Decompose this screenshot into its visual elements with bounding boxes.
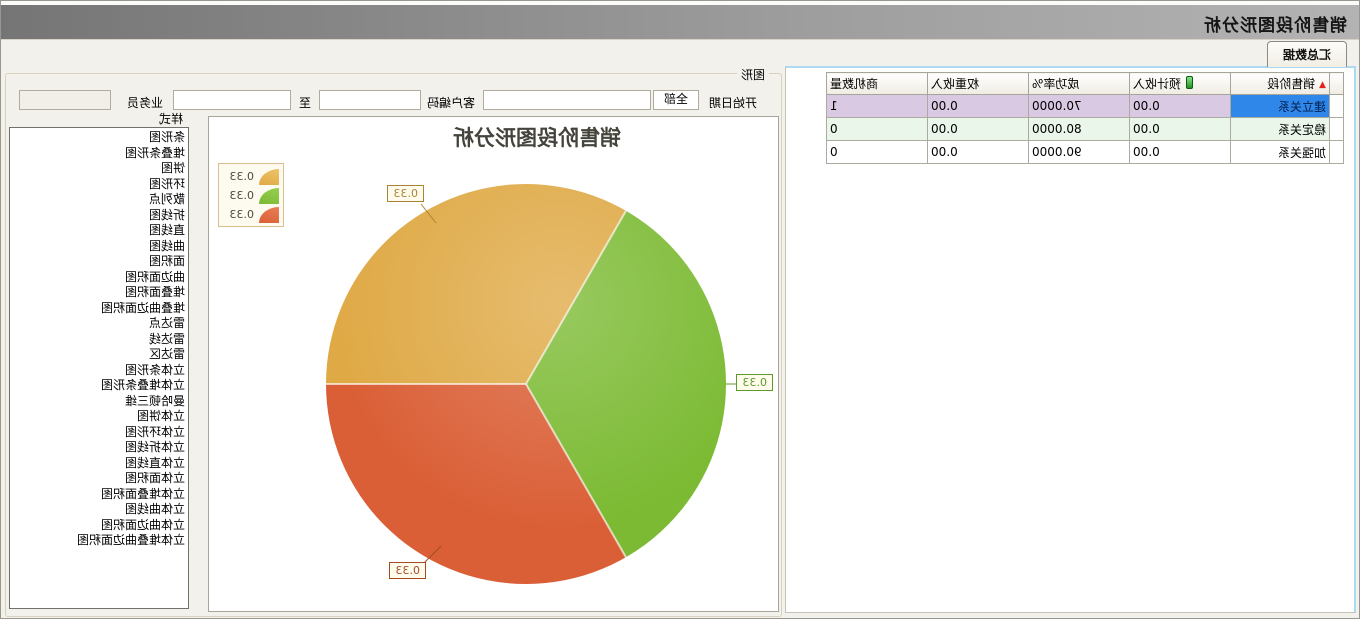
- col-header-stage[interactable]: ▲销售阶段: [1231, 73, 1330, 95]
- table-row[interactable]: 稳定关系 0.00 80.0000 0.00 0: [827, 118, 1344, 141]
- cell-success-rate[interactable]: 80.0000: [1029, 118, 1130, 141]
- style-list-item[interactable]: 雷达区: [10, 347, 188, 363]
- style-list-item[interactable]: 立体条形图: [10, 363, 188, 379]
- style-list-item[interactable]: 堆叠面积图: [10, 285, 188, 301]
- summary-panel: ▲销售阶段 预计收入 成功率% 权重收入 商机数量 建立关系 0.00 70.0…: [785, 66, 1356, 613]
- cell-expected[interactable]: 0.00: [1130, 141, 1231, 164]
- chart-title: 销售阶段图形分析: [287, 122, 787, 152]
- style-list-item[interactable]: 立体堆叠曲边面积图: [10, 533, 188, 549]
- titlebar: 销售阶段图形分析: [0, 5, 1359, 40]
- date-mode-select[interactable]: 全部: [653, 90, 699, 110]
- sales-stage-table: ▲销售阶段 预计收入 成功率% 权重收入 商机数量 建立关系 0.00 70.0…: [826, 72, 1344, 164]
- cell-expected[interactable]: 0.00: [1130, 118, 1231, 141]
- style-list-item[interactable]: 立体环形图: [10, 425, 188, 441]
- cell-success-rate[interactable]: 90.0000: [1029, 141, 1130, 164]
- style-list-item[interactable]: 立体直线图: [10, 456, 188, 472]
- style-list-item[interactable]: 立体饼图: [10, 409, 188, 425]
- cell-stage-selected[interactable]: 建立关系: [1231, 95, 1330, 118]
- col-header-count[interactable]: 商机数量: [827, 73, 928, 95]
- style-list-item[interactable]: 曲边面积图: [10, 270, 188, 286]
- row-indicator-header: [1330, 73, 1344, 95]
- legend-item: 0.33: [219, 205, 279, 224]
- date-input[interactable]: [483, 90, 651, 110]
- app-window: 销售阶段图形分析 汇总数据 ▲销售阶段 预计收入 成功率% 权重收入 商机数量 …: [0, 0, 1360, 619]
- cell-stage[interactable]: 稳定关系: [1231, 118, 1330, 141]
- style-list-item[interactable]: 立体折线图: [10, 440, 188, 456]
- cell-count[interactable]: 0: [827, 118, 928, 141]
- style-list[interactable]: 条形图堆叠条形图饼图环形图散列点折线图直线图曲线图面积图曲边面积图堆叠面积图堆叠…: [9, 127, 189, 609]
- cell-expected[interactable]: 0.00: [1130, 95, 1231, 118]
- style-list-item[interactable]: 面积图: [10, 254, 188, 270]
- pie-separator: [326, 383, 526, 385]
- col-header-expected[interactable]: 预计收入: [1130, 73, 1231, 95]
- cell-weighted[interactable]: 0.00: [928, 141, 1029, 164]
- pie-label-red: 0.33: [390, 562, 427, 579]
- style-list-item[interactable]: 堆叠曲边面积图: [10, 301, 188, 317]
- col-header-weighted[interactable]: 权重收入: [928, 73, 1029, 95]
- cell-weighted[interactable]: 0.00: [928, 95, 1029, 118]
- pie-label-green: 0.33: [737, 374, 774, 391]
- to-label: 至: [299, 94, 311, 111]
- currency-icon: [1186, 76, 1193, 89]
- style-list-item[interactable]: 立体曲线图: [10, 502, 188, 518]
- chart-legend: 0.33 0.33 0.33: [218, 163, 284, 227]
- chart-groupbox-label: 图形: [737, 66, 769, 83]
- cell-success-rate[interactable]: 70.0000: [1029, 95, 1130, 118]
- legend-item: 0.33: [219, 167, 279, 186]
- salesperson-input[interactable]: [19, 90, 111, 110]
- window-title: 销售阶段图形分析: [1203, 11, 1347, 36]
- style-list-item[interactable]: 直线图: [10, 223, 188, 239]
- style-list-item[interactable]: 立体面积图: [10, 471, 188, 487]
- table-row[interactable]: 加强关系 0.00 90.0000 0.00 0: [827, 141, 1344, 164]
- style-list-item[interactable]: 曲线图: [10, 239, 188, 255]
- legend-swatch-gold: [259, 169, 279, 185]
- style-list-item[interactable]: 堆叠条形图: [10, 146, 188, 162]
- row-indicator: [1330, 141, 1344, 164]
- cell-count[interactable]: 1: [827, 95, 928, 118]
- style-list-item[interactable]: 立体堆叠条形图: [10, 378, 188, 394]
- start-date-label: 开始日期: [709, 94, 757, 111]
- style-list-item[interactable]: 条形图: [10, 130, 188, 146]
- style-list-item[interactable]: 曼哈顿三维: [10, 394, 188, 410]
- style-list-item[interactable]: 散列点: [10, 192, 188, 208]
- pie-label-gold: 0.33: [388, 185, 425, 202]
- salesperson-label: 业务员: [127, 94, 163, 111]
- cell-count[interactable]: 0: [827, 141, 928, 164]
- customer-code-to-input[interactable]: [173, 90, 291, 110]
- row-indicator: [1330, 118, 1344, 141]
- style-list-item[interactable]: 环形图: [10, 177, 188, 193]
- style-label: 样式: [159, 110, 183, 127]
- style-list-item[interactable]: 雷达线: [10, 332, 188, 348]
- customer-code-input[interactable]: [319, 90, 421, 110]
- cell-stage[interactable]: 加强关系: [1231, 141, 1330, 164]
- style-list-item[interactable]: 饼图: [10, 161, 188, 177]
- legend-swatch-red: [259, 207, 279, 223]
- legend-swatch-green: [259, 188, 279, 204]
- legend-item: 0.33: [219, 186, 279, 205]
- table-header-row: ▲销售阶段 预计收入 成功率% 权重收入 商机数量: [827, 73, 1344, 95]
- style-list-item[interactable]: 立体堆叠面积图: [10, 487, 188, 503]
- style-list-item[interactable]: 折线图: [10, 208, 188, 224]
- row-indicator: [1330, 95, 1344, 118]
- style-list-item[interactable]: 雷达点: [10, 316, 188, 332]
- sort-asc-icon: ▲: [1319, 80, 1326, 90]
- col-header-success-rate[interactable]: 成功率%: [1029, 73, 1130, 95]
- tab-summary-data[interactable]: 汇总数据: [1267, 41, 1347, 67]
- customer-code-label: 客户编码: [427, 94, 475, 111]
- style-list-item[interactable]: 立体曲边面积图: [10, 518, 188, 534]
- table-row[interactable]: 建立关系 0.00 70.0000 0.00 1: [827, 95, 1344, 118]
- cell-weighted[interactable]: 0.00: [928, 118, 1029, 141]
